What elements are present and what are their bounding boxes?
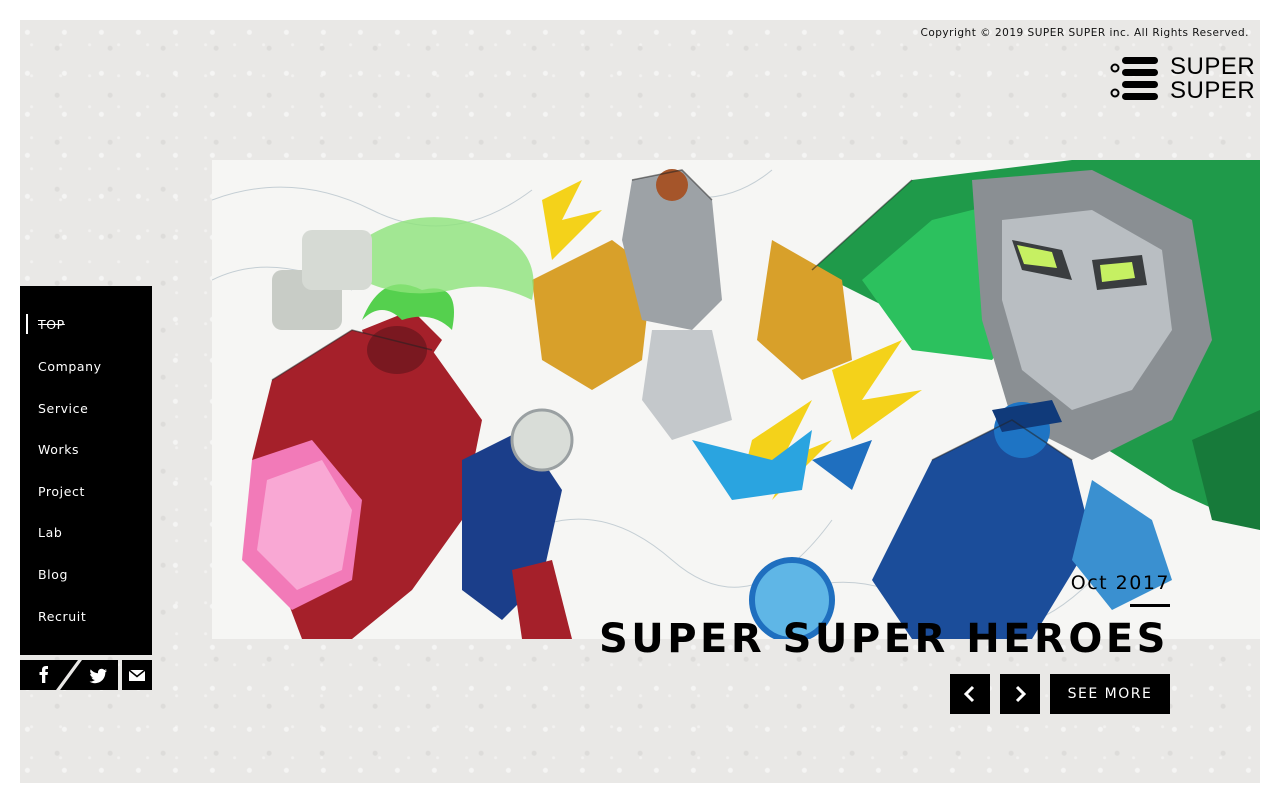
active-nav-marker [26, 314, 28, 334]
nav-item-blog[interactable]: Blog [38, 567, 68, 582]
logo-wordmark: SUPER SUPER [1170, 55, 1255, 103]
nav-item-recruit[interactable]: Recruit [38, 609, 86, 624]
slide-date: Oct 2017 [1070, 572, 1170, 594]
comic-hero-illustration [212, 160, 1260, 639]
slide-title: SUPER SUPER HEROES [598, 616, 1169, 662]
nav-item-lab[interactable]: Lab [38, 525, 62, 540]
logo-line-2: SUPER [1170, 77, 1256, 104]
next-slide-button[interactable] [1000, 674, 1040, 714]
page-frame: Copyright © 2019 SUPER SUPER inc. All Ri… [20, 20, 1260, 783]
side-nav: TOP Company Service Works Project Lab Bl… [20, 286, 152, 655]
nav-item-works[interactable]: Works [38, 442, 79, 457]
hero-slide-image[interactable] [212, 160, 1260, 639]
copyright-text: Copyright © 2019 SUPER SUPER inc. All Ri… [920, 27, 1249, 39]
chevron-right-icon [1015, 685, 1027, 703]
date-underline [1130, 604, 1170, 607]
logo-mark-icon [1110, 57, 1158, 100]
social-links [20, 660, 152, 690]
see-more-button[interactable]: SEE MORE [1050, 674, 1170, 714]
logo-line-1: SUPER [1170, 53, 1256, 80]
nav-item-project[interactable]: Project [38, 484, 85, 499]
nav-item-service[interactable]: Service [38, 401, 88, 416]
mail-button-bg[interactable] [122, 660, 152, 690]
logo[interactable]: SUPER SUPER [1110, 55, 1255, 103]
nav-item-company[interactable]: Company [38, 359, 102, 374]
chevron-left-icon [963, 685, 975, 703]
nav-item-top[interactable]: TOP [38, 317, 65, 332]
prev-slide-button[interactable] [950, 674, 990, 714]
